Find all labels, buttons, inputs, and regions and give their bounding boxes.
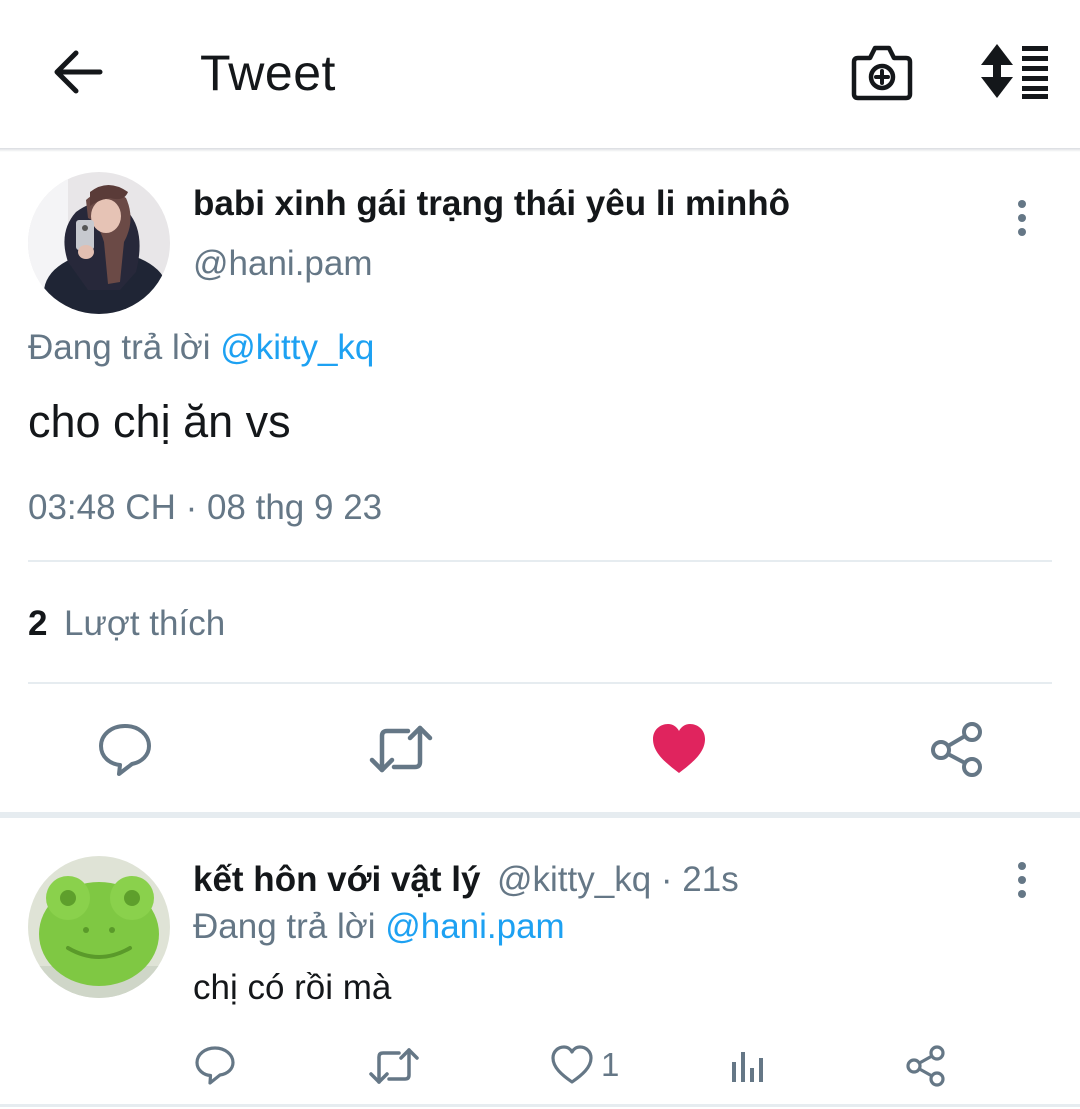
retweet-icon[interactable] [368,722,434,776]
camera-add-icon[interactable] [850,40,914,102]
header-divider [0,148,1080,152]
retweet-icon[interactable] [368,1046,420,1086]
likes-label[interactable]: Lượt thích [64,604,225,644]
replying-to-link[interactable]: @hani.pam [385,907,565,946]
sort-list-icon[interactable] [976,42,1052,100]
user-handle[interactable]: @hani.pam [193,244,373,284]
display-name[interactable]: babi xinh gái trạng thái yêu li minhô [193,184,790,224]
analytics-icon[interactable] [730,1046,766,1084]
reply-icon[interactable] [96,720,154,778]
reply-icon[interactable] [194,1044,236,1086]
avatar[interactable] [28,856,170,998]
divider [28,560,1052,562]
arrow-left-icon[interactable] [48,45,106,99]
tweet-timestamp: 03:48 CH · 08 thg 9 23 [28,488,383,527]
section-divider [0,812,1080,818]
share-icon[interactable] [904,1044,948,1088]
replying-to-label: Đang trả lời [28,328,211,367]
divider [0,1104,1080,1107]
likes-count[interactable]: 2 [28,604,47,644]
heart-filled-icon[interactable] [650,720,708,778]
more-vertical-icon[interactable] [1008,198,1036,238]
top-app-bar: Tweet [0,0,1080,148]
reply-like-count[interactable]: 1 [601,1046,619,1084]
page-title: Tweet [200,45,336,101]
reply-replying-to: Đang trả lời @hani.pam [193,907,565,947]
heart-outline-icon[interactable] [550,1044,594,1086]
replying-to-link[interactable]: @kitty_kq [220,328,374,367]
reply-display-name[interactable]: kết hôn với vật lý [193,860,480,900]
replying-to: Đang trả lời @kitty_kq [28,328,374,368]
more-vertical-icon[interactable] [1008,860,1036,900]
reply-meta[interactable]: @kitty_kq · 21s [497,860,739,900]
divider [28,682,1052,684]
tweet-text: cho chị ăn vs [28,396,291,447]
avatar[interactable] [28,172,170,314]
reply-text: chị có rồi mà [193,968,392,1007]
replying-to-label: Đang trả lời [193,907,376,946]
share-icon[interactable] [928,720,986,778]
